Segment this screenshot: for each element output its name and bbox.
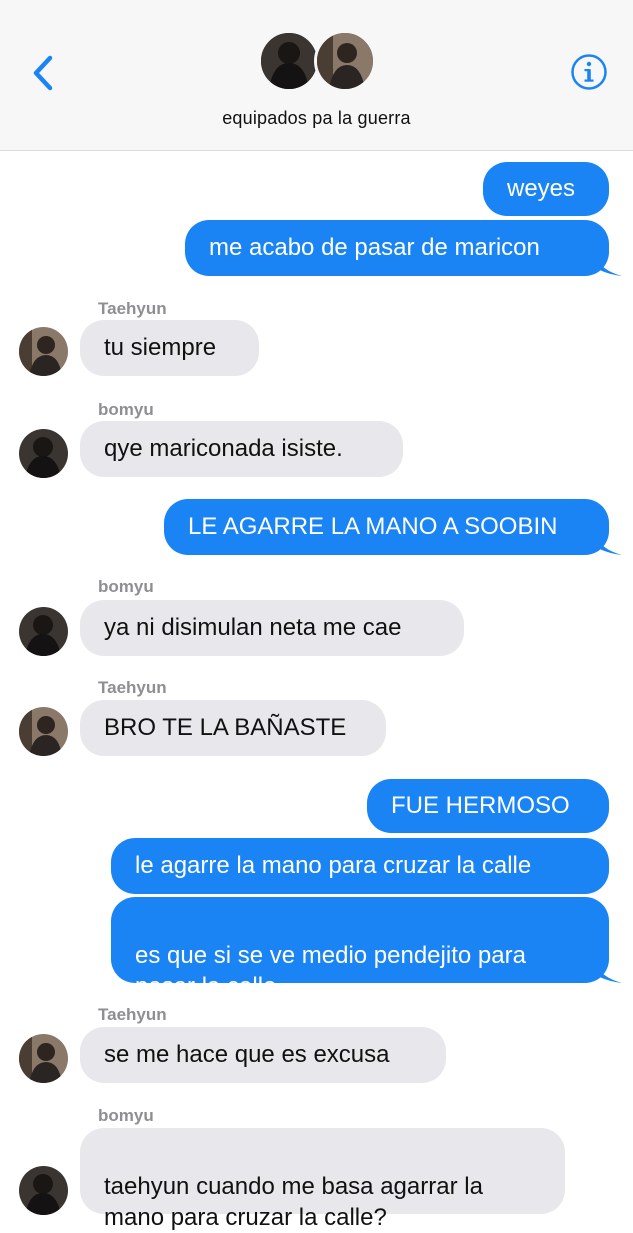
sender-name: Taehyun [98,299,167,318]
info-circle-icon [571,54,607,90]
message-bubble-incoming[interactable]: BRO TE LA BAÑASTE [80,700,386,756]
avatar-bomyu[interactable] [19,1166,68,1215]
chat-header: equipados pa la guerra [0,0,633,151]
message-bubble-outgoing[interactable]: FUE HERMOSO [367,779,609,833]
avatar-taehyun[interactable] [19,327,68,376]
sender-name: bomyu [98,577,154,596]
info-button[interactable] [570,53,608,91]
message-text: tu siempre [104,334,217,361]
bubble-tail [596,535,622,555]
message-text: LE AGARRE LA MANO A SOOBIN [188,513,558,540]
chevron-left-icon [33,55,53,91]
message-bubble-outgoing[interactable]: le agarre la mano para cruzar la calle [111,838,609,894]
avatar-bomyu [258,30,320,92]
message-bubble-incoming[interactable]: qye mariconada isiste. [80,421,403,477]
message-bubble-incoming[interactable]: tu siempre [80,320,259,376]
message-bubble-outgoing[interactable]: me acabo de pasar de maricon [185,220,609,276]
avatar-taehyun[interactable] [19,707,68,756]
message-text: BRO TE LA BAÑASTE [104,714,347,741]
group-title[interactable]: equipados pa la guerra [0,108,633,129]
sender-name: bomyu [98,400,154,419]
message-text: es que si se ve medio pendejito para pas… [135,942,526,1000]
message-bubble-outgoing[interactable]: es que si se ve medio pendejito para pas… [111,897,609,1000]
message-bubble-incoming[interactable]: taehyun cuando me basa agarrar la mano p… [80,1128,565,1231]
message-bubble-incoming[interactable]: ya ni disimulan neta me cae [80,600,464,656]
back-button[interactable] [26,50,60,96]
bubble-tail [596,256,622,276]
sender-name: bomyu [98,1106,154,1125]
message-bubble-incoming[interactable]: se me hace que es excusa [80,1027,446,1083]
message-text: le agarre la mano para cruzar la calle [135,852,532,879]
message-text: FUE HERMOSO [391,792,570,819]
avatar-taehyun[interactable] [19,1034,68,1083]
message-text: se me hace que es excusa [104,1041,390,1068]
avatar-bomyu[interactable] [19,429,68,478]
message-text: ya ni disimulan neta me cae [104,614,402,641]
group-avatars[interactable] [258,30,378,94]
message-text: qye mariconada isiste. [104,435,343,462]
avatar-taehyun [314,30,376,92]
message-text: me acabo de pasar de maricon [209,234,540,261]
message-bubble-outgoing[interactable]: LE AGARRE LA MANO A SOOBIN [164,499,609,555]
bubble-tail [596,963,622,983]
sender-name: Taehyun [98,678,167,697]
sender-name: Taehyun [98,1005,167,1024]
avatar-bomyu[interactable] [19,607,68,656]
message-text: taehyun cuando me basa agarrar la mano p… [104,1173,483,1231]
message-text: weyes [507,175,576,202]
message-bubble-outgoing[interactable]: weyes [483,162,609,216]
